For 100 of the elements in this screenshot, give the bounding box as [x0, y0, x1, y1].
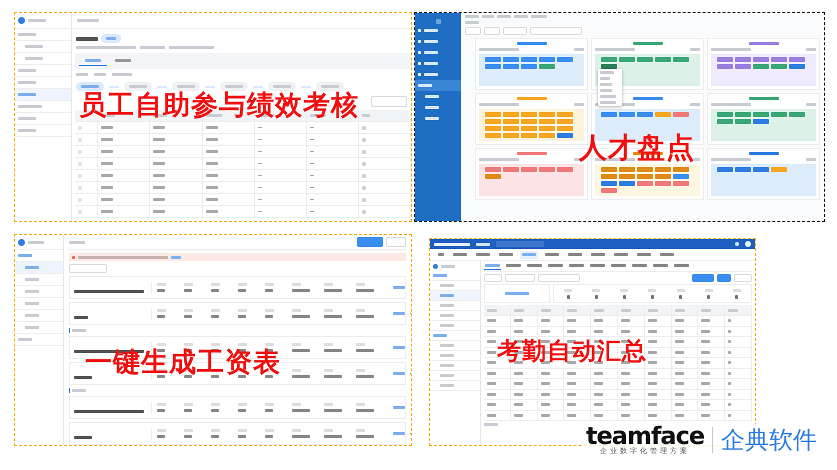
employee-chip[interactable]: [601, 64, 617, 69]
nav-tab[interactable]: [612, 250, 630, 258]
filter-dropdown[interactable]: [465, 27, 481, 35]
employee-chip[interactable]: [503, 133, 519, 138]
employee-chip[interactable]: [717, 57, 733, 62]
sidebar-item[interactable]: [15, 89, 71, 101]
employee-chip[interactable]: [521, 112, 537, 117]
employee-chip[interactable]: [601, 57, 617, 62]
employee-chip[interactable]: [521, 133, 537, 138]
search-field[interactable]: [496, 241, 544, 247]
more-icon[interactable]: [362, 186, 366, 190]
more-icon[interactable]: [362, 174, 366, 178]
stage-filter[interactable]: [316, 82, 344, 91]
employee-chip[interactable]: [503, 167, 519, 172]
employee-chip[interactable]: [503, 64, 519, 69]
employee-chip[interactable]: [557, 119, 573, 124]
nav-tab[interactable]: [436, 250, 446, 258]
tab[interactable]: [631, 262, 648, 270]
employee-chip[interactable]: [789, 64, 805, 69]
nav-tab[interactable]: [543, 250, 561, 258]
employee-chip[interactable]: [771, 167, 787, 172]
year-picker[interactable]: [69, 264, 107, 273]
import-button[interactable]: [734, 274, 752, 282]
more-icon[interactable]: [362, 150, 366, 154]
employee-chip[interactable]: [789, 57, 805, 62]
search-field[interactable]: [530, 27, 582, 35]
employee-chip[interactable]: [557, 112, 573, 117]
new-payroll-button[interactable]: [357, 237, 383, 247]
employee-chip[interactable]: [521, 119, 537, 124]
employee-chip[interactable]: [637, 112, 653, 117]
tab[interactable]: [589, 262, 606, 270]
view-details-link[interactable]: [393, 406, 405, 409]
employee-chip[interactable]: [673, 167, 689, 172]
more-button[interactable]: [386, 237, 406, 247]
tab[interactable]: [652, 262, 669, 270]
employee-chip[interactable]: [557, 167, 573, 172]
add-button[interactable]: [371, 96, 407, 107]
stage-filter[interactable]: [124, 82, 152, 91]
employee-chip[interactable]: [557, 133, 573, 138]
employee-chip[interactable]: [655, 174, 671, 179]
nav-tab[interactable]: [566, 250, 584, 258]
employee-chip[interactable]: [557, 126, 573, 131]
employee-chip[interactable]: [753, 167, 769, 172]
more-icon[interactable]: [362, 138, 366, 142]
employee-chip[interactable]: [485, 126, 501, 131]
tab[interactable]: [568, 262, 585, 270]
view-details-link[interactable]: [393, 286, 405, 289]
employee-chip[interactable]: [771, 57, 787, 62]
employee-chip[interactable]: [619, 174, 635, 179]
employee-chip[interactable]: [655, 112, 671, 117]
nav-tab[interactable]: [520, 250, 538, 258]
employee-chip[interactable]: [539, 126, 555, 131]
sidebar-item[interactable]: [430, 331, 480, 341]
employee-chip[interactable]: [771, 64, 787, 69]
more-icon[interactable]: [362, 210, 366, 214]
tab[interactable]: [547, 262, 564, 270]
employee-chip[interactable]: [619, 167, 635, 172]
employee-chip[interactable]: [485, 64, 501, 69]
stage-filter[interactable]: [220, 82, 248, 91]
confirm-button[interactable]: [717, 274, 731, 282]
tab[interactable]: [484, 262, 501, 270]
employee-chip[interactable]: [619, 57, 635, 62]
tab[interactable]: [505, 262, 522, 270]
employee-chip[interactable]: [637, 57, 653, 62]
employee-chip[interactable]: [789, 112, 805, 117]
tab[interactable]: [673, 262, 690, 270]
employee-chip[interactable]: [601, 167, 617, 172]
more-icon[interactable]: [362, 198, 366, 202]
nav-tab[interactable]: [497, 250, 515, 258]
view-details-link[interactable]: [393, 312, 405, 315]
employee-chip[interactable]: [601, 174, 617, 179]
employee-chip[interactable]: [673, 57, 689, 62]
tab[interactable]: [79, 56, 107, 66]
employee-chip[interactable]: [637, 167, 653, 172]
employee-chip[interactable]: [539, 57, 555, 62]
employee-chip[interactable]: [619, 112, 635, 117]
sidebar-item[interactable]: [430, 271, 480, 281]
more-icon[interactable]: [362, 126, 366, 130]
filter-dropdown[interactable]: [484, 27, 500, 35]
stage-filter[interactable]: [172, 82, 200, 91]
employee-chip[interactable]: [771, 112, 787, 117]
employee-chip[interactable]: [485, 112, 501, 117]
search-field[interactable]: [538, 274, 580, 282]
stage-filter[interactable]: [268, 82, 296, 91]
employee-chip[interactable]: [655, 181, 671, 186]
employee-chip[interactable]: [753, 57, 769, 62]
filter-dropdown[interactable]: [503, 27, 527, 35]
employee-chip[interactable]: [717, 119, 733, 124]
nav-tab[interactable]: [635, 250, 653, 258]
employee-chip[interactable]: [601, 188, 617, 193]
employee-chip[interactable]: [717, 167, 733, 172]
employee-chip[interactable]: [717, 64, 733, 69]
employee-chip[interactable]: [539, 167, 555, 172]
employee-chip[interactable]: [753, 119, 769, 124]
employee-chip[interactable]: [521, 167, 537, 172]
employee-chip[interactable]: [753, 112, 769, 117]
employee-chip[interactable]: [521, 126, 537, 131]
employee-chip[interactable]: [735, 119, 751, 124]
employee-chip[interactable]: [601, 112, 617, 117]
employee-chip[interactable]: [485, 174, 501, 179]
